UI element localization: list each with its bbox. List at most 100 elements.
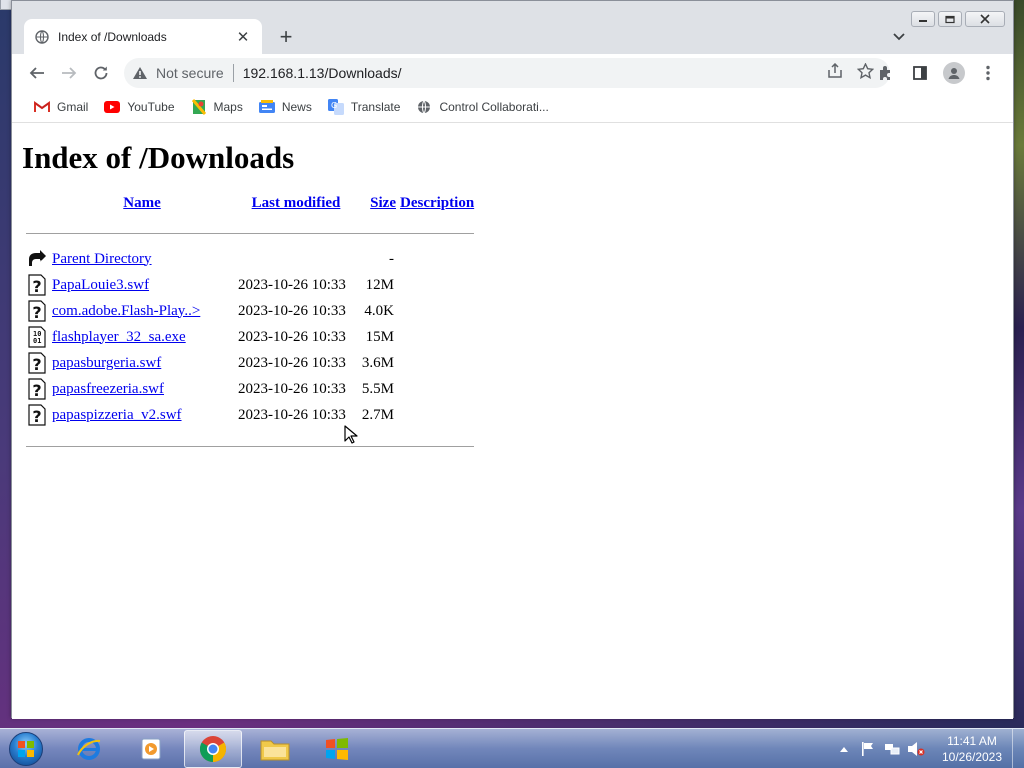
chevron-down-icon[interactable] (889, 27, 909, 47)
table-row: ? papaspizzeria_v2.swf 2023-10-26 10:33 … (24, 402, 476, 428)
file-link[interactable]: papasburgeria.swf (52, 355, 161, 371)
extensions-icon[interactable] (871, 58, 901, 88)
tab-strip: Index of /Downloads ✕ + (12, 1, 1013, 54)
bookmark-label: Maps (213, 99, 243, 114)
taskbar-windows-store[interactable] (308, 730, 366, 768)
file-size: - (389, 250, 394, 267)
toolbar-right (871, 58, 1013, 88)
taskbar-internet-explorer[interactable] (60, 730, 118, 768)
clock-time: 11:41 AM (947, 734, 997, 748)
table-row: ? papasfreezeria.swf 2023-10-26 10:33 5.… (24, 376, 476, 402)
warning-icon[interactable] (132, 66, 148, 80)
file-link[interactable]: papaspizzeria_v2.swf (52, 407, 182, 423)
network-icon[interactable] (883, 740, 901, 758)
bookmark-news[interactable]: News (251, 94, 320, 120)
file-modified: 2023-10-26 10:33 (238, 276, 346, 293)
translate-icon: G (327, 98, 344, 115)
reload-button[interactable] (86, 58, 116, 88)
volume-muted-icon[interactable] (907, 740, 925, 758)
taskbar: 11:41 AM 10/26/2023 (0, 728, 1024, 768)
minimize-button[interactable] (911, 11, 935, 27)
browser-toolbar: Not secure 192.168.1.13/Downloads/ (12, 54, 1013, 91)
bookmark-gmail[interactable]: Gmail (26, 94, 96, 120)
clock-date: 10/26/2023 (941, 750, 1003, 764)
restore-button[interactable] (938, 11, 962, 27)
svg-text:G: G (331, 101, 337, 110)
url-text[interactable]: 192.168.1.13/Downloads/ (243, 65, 827, 81)
last-modified-column-header: Last modified (234, 186, 358, 220)
avatar (943, 62, 965, 84)
tab-active[interactable]: Index of /Downloads ✕ (24, 19, 262, 54)
security-label[interactable]: Not secure (156, 65, 224, 81)
sort-by-size-link[interactable]: Size (370, 195, 396, 211)
file-size: 15M (365, 328, 394, 345)
file-link[interactable]: flashplayer_32_sa.exe (52, 329, 186, 345)
taskbar-file-explorer[interactable] (246, 730, 304, 768)
bookmark-maps[interactable]: Maps (183, 94, 251, 120)
sort-by-last-modified-link[interactable]: Last modified (252, 195, 341, 211)
unknown-file-icon: ? (28, 378, 46, 400)
bookmark-label: YouTube (127, 99, 175, 114)
svg-text:?: ? (32, 381, 41, 400)
bookmark-translate[interactable]: G Translate (320, 94, 409, 120)
gmail-icon (34, 99, 50, 115)
taskbar-chrome[interactable] (184, 730, 242, 768)
file-modified: 2023-10-26 10:33 (238, 302, 346, 319)
svg-text:?: ? (32, 303, 41, 322)
back-button[interactable] (22, 58, 52, 88)
icon-column-header (24, 186, 50, 220)
table-row: ? papasburgeria.swf 2023-10-26 10:33 3.6… (24, 350, 476, 376)
close-window-button[interactable] (965, 11, 1005, 27)
description-column-header: Description (398, 186, 476, 220)
separator-row (24, 220, 476, 246)
omnibox-divider (232, 64, 234, 82)
parent-directory-link[interactable]: Parent Directory (52, 251, 152, 267)
forward-button[interactable] (54, 58, 84, 88)
bookmark-youtube[interactable]: YouTube (96, 94, 182, 120)
close-tab-icon[interactable]: ✕ (234, 28, 252, 46)
svg-text:01: 01 (33, 337, 41, 345)
svg-text:?: ? (32, 407, 41, 426)
file-link[interactable]: papasfreezeria.swf (52, 381, 164, 397)
news-icon (258, 99, 275, 115)
profile-button[interactable] (939, 58, 969, 88)
action-center-flag-icon[interactable] (859, 740, 877, 758)
sort-by-name-link[interactable]: Name (123, 195, 161, 211)
mouse-cursor-icon (344, 425, 358, 444)
back-folder-icon (29, 250, 46, 266)
file-link[interactable]: PapaLouie3.swf (52, 277, 149, 293)
share-icon[interactable] (827, 62, 843, 84)
file-size: 3.6M (361, 354, 394, 371)
file-link[interactable]: com.adobe.Flash-Play..> (52, 303, 200, 319)
new-tab-button[interactable]: + (274, 25, 298, 49)
bookmark-label: Gmail (57, 99, 89, 114)
address-bar[interactable]: Not secure 192.168.1.13/Downloads/ (124, 58, 890, 88)
table-row: ? com.adobe.Flash-Play..> 2023-10-26 10:… (24, 298, 476, 324)
size-column-header: Size (358, 186, 398, 220)
system-tray: 11:41 AM 10/26/2023 (832, 729, 1024, 768)
back-arrow-icon (29, 66, 44, 79)
unknown-file-icon: ? (28, 352, 46, 374)
maps-icon (191, 98, 207, 115)
bookmark-label: News (281, 99, 312, 114)
file-modified: 2023-10-26 10:33 (238, 328, 346, 345)
table-row: 10 01 flashplayer_32_sa.exe 2023-10-26 10… (24, 324, 476, 350)
taskbar-media-player[interactable] (122, 730, 180, 768)
system-clock[interactable]: 11:41 AM 10/26/2023 (934, 733, 1010, 765)
file-modified: 2023-10-26 10:33 (238, 380, 346, 397)
show-desktop-button[interactable] (1012, 729, 1024, 768)
globe-icon (416, 99, 432, 115)
separator-row (24, 428, 476, 454)
show-hidden-icons-icon[interactable] (835, 740, 853, 758)
tab-title: Index of /Downloads (58, 29, 167, 44)
start-button[interactable] (6, 731, 46, 767)
table-row: ? PapaLouie3.swf 2023-10-26 10:33 12M (24, 272, 476, 298)
bookmarks-bar: Gmail YouTube Maps News G Translate Cont… (12, 91, 1013, 123)
menu-kebab-icon[interactable] (973, 58, 1003, 88)
sort-by-description-link[interactable]: Description (400, 195, 474, 211)
divider (26, 445, 475, 447)
bookmark-control-collaboration[interactable]: Control Collaborati... (408, 94, 556, 120)
side-panel-icon[interactable] (905, 58, 935, 88)
unknown-file-icon: ? (28, 404, 46, 426)
internet-explorer-icon (77, 738, 101, 760)
